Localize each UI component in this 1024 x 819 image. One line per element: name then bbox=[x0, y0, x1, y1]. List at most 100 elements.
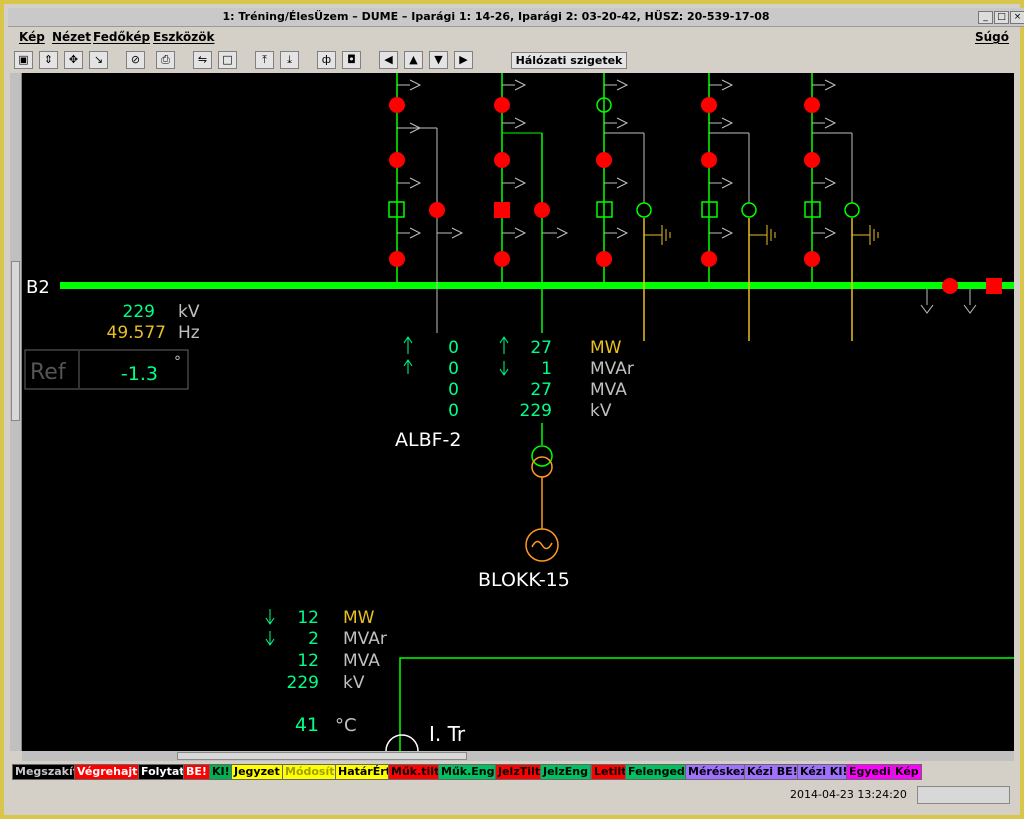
command-button-m-dos-t[interactable]: Módosít bbox=[282, 764, 338, 780]
breaker-closed[interactable] bbox=[389, 152, 405, 168]
bus-kv-value: 229 bbox=[123, 302, 155, 322]
command-button-jelzeng[interactable]: JelzEng bbox=[540, 764, 591, 780]
tr-name[interactable]: I. Tr bbox=[429, 722, 466, 746]
tr-unit-mva: MVA bbox=[343, 651, 380, 671]
title-bar: 1: Tréning/ÉlesÜzem – DUME – Iparági 1: … bbox=[8, 8, 1024, 27]
breaker-closed[interactable] bbox=[534, 202, 550, 218]
tr-winding-icon[interactable] bbox=[385, 734, 419, 751]
pan-icon[interactable]: ✥ bbox=[64, 51, 83, 69]
unit-kv: kV bbox=[590, 401, 612, 421]
minimize-button[interactable]: _ bbox=[978, 11, 993, 24]
menu-help[interactable]: Súgó bbox=[975, 30, 1009, 44]
print-icon[interactable]: ⎙ bbox=[156, 51, 175, 69]
command-button-hat-r-rt[interactable]: HatárÉrt bbox=[335, 764, 394, 780]
command-button-jelztilt[interactable]: JelzTilt bbox=[495, 764, 544, 780]
command-button-egyedi[interactable]: Egyedi bbox=[846, 764, 894, 780]
maximize-button[interactable]: □ bbox=[994, 11, 1009, 24]
breaker-closed[interactable] bbox=[804, 152, 820, 168]
status-input[interactable] bbox=[917, 786, 1010, 804]
transformer-icon[interactable] bbox=[531, 445, 553, 467]
tr-temp: 41 bbox=[295, 714, 319, 736]
breaker-open[interactable] bbox=[741, 202, 757, 218]
disconnector-closed[interactable] bbox=[494, 202, 510, 218]
breaker-closed[interactable] bbox=[429, 202, 445, 218]
arrow-right-icon[interactable]: ▶ bbox=[454, 51, 473, 69]
bus-hz-unit: Hz bbox=[178, 323, 200, 343]
arrow-up-icon[interactable]: ▲ bbox=[404, 51, 423, 69]
bottom-icon[interactable]: ⤓ bbox=[280, 51, 299, 69]
single-line-diagram: B2 229 kV 49.577 Hz Ref -1.3 ° 0 0 0 0 A… bbox=[24, 73, 1014, 751]
bus-hz-value: 49.577 bbox=[107, 323, 166, 343]
command-button-folytat[interactable]: Folytat bbox=[138, 764, 188, 780]
breaker-icon[interactable]: ф bbox=[317, 51, 336, 69]
direction-arrow-icon bbox=[265, 609, 275, 646]
command-button-letilt[interactable]: Letilt bbox=[591, 764, 630, 780]
breaker-closed[interactable] bbox=[494, 97, 510, 113]
command-button-k-p[interactable]: Kép bbox=[892, 764, 922, 780]
top-icon[interactable]: ⤒ bbox=[255, 51, 274, 69]
breaker-closed[interactable] bbox=[494, 251, 510, 267]
ref-unit: ° bbox=[174, 354, 181, 370]
command-button-m-r-skez[interactable]: Méréskez bbox=[685, 764, 750, 780]
breaker-closed[interactable] bbox=[701, 251, 717, 267]
switch-icon[interactable]: ◘ bbox=[342, 51, 361, 69]
network-islands-button[interactable]: Hálózati szigetek bbox=[511, 52, 627, 69]
blokk-mva: 27 bbox=[530, 380, 552, 400]
ref-value: -1.3 bbox=[121, 363, 158, 385]
arrow-down-icon[interactable]: ▼ bbox=[429, 51, 448, 69]
frame-icon[interactable]: ▣ bbox=[14, 51, 33, 69]
breaker-closed[interactable] bbox=[389, 97, 405, 113]
swap-icon[interactable]: ⇋ bbox=[193, 51, 212, 69]
horizontal-scrollbar[interactable] bbox=[22, 751, 1014, 761]
busbar[interactable] bbox=[60, 282, 1014, 289]
breaker-closed[interactable] bbox=[596, 152, 612, 168]
command-button-k-zi-ki-[interactable]: Kézi KI! bbox=[797, 764, 851, 780]
menu-eszkozok[interactable]: Eszközök bbox=[153, 30, 214, 44]
vertical-scroll-thumb[interactable] bbox=[11, 261, 20, 421]
window-icon[interactable]: □ bbox=[218, 51, 237, 69]
command-button-jegyzet[interactable]: Jegyzet bbox=[231, 764, 283, 780]
command-button-be-[interactable]: BE! bbox=[183, 764, 210, 780]
breaker-closed[interactable] bbox=[389, 251, 405, 267]
tr-kv: 229 bbox=[287, 673, 319, 693]
breaker-open[interactable] bbox=[636, 202, 652, 218]
breaker-closed[interactable] bbox=[804, 97, 820, 113]
breaker-open[interactable] bbox=[844, 202, 860, 218]
command-button-megszak-t[interactable]: Megszakít bbox=[12, 764, 81, 780]
breaker-closed[interactable] bbox=[596, 251, 612, 267]
breaker-closed[interactable] bbox=[701, 152, 717, 168]
tr-mw: 12 bbox=[297, 608, 319, 628]
updown-icon[interactable]: ⇕ bbox=[39, 51, 58, 69]
tr-unit-kv: kV bbox=[343, 673, 365, 693]
arrow-left-icon[interactable]: ◀ bbox=[379, 51, 398, 69]
menu-nezet[interactable]: Nézet bbox=[52, 30, 91, 44]
command-button-felenged[interactable]: Felenged bbox=[625, 764, 688, 780]
unit-mva: MVA bbox=[590, 380, 627, 400]
compass-icon[interactable]: ⊘ bbox=[126, 51, 145, 69]
schematic-canvas[interactable]: B2 229 kV 49.577 Hz Ref -1.3 ° 0 0 0 0 A… bbox=[22, 73, 1014, 751]
vertical-scrollbar[interactable] bbox=[10, 73, 22, 751]
blokk-kv: 229 bbox=[520, 401, 552, 421]
horizontal-scroll-thumb[interactable] bbox=[177, 752, 467, 760]
command-button-bar: Megszakít Végrehajt Folytat BE! KI! Jegyzet Mó… bbox=[12, 764, 1012, 782]
command-button-ki-[interactable]: KI! bbox=[209, 764, 233, 780]
blokk-name[interactable]: BLOKK-15 bbox=[478, 569, 570, 591]
menu-fedokep[interactable]: Fedőkép bbox=[93, 30, 150, 44]
bay-5 bbox=[804, 73, 879, 341]
albf-name[interactable]: ALBF-2 bbox=[395, 429, 462, 451]
command-button-m-k-eng[interactable]: Műk.Eng bbox=[438, 764, 498, 780]
breaker-closed[interactable] bbox=[942, 278, 958, 294]
command-button-m-k-tilt[interactable]: Műk.tilt bbox=[388, 764, 443, 780]
bus-label: B2 bbox=[26, 277, 50, 298]
diag-arrow-icon[interactable]: ↘ bbox=[89, 51, 108, 69]
command-button-v-grehajt[interactable]: Végrehajt bbox=[74, 764, 141, 780]
disconnector-closed[interactable] bbox=[986, 278, 1002, 294]
menu-kep[interactable]: Kép bbox=[19, 30, 45, 44]
breaker-closed[interactable] bbox=[804, 251, 820, 267]
command-button-k-zi-be-[interactable]: Kézi BE! bbox=[744, 764, 801, 780]
breaker-closed[interactable] bbox=[701, 97, 717, 113]
menu-bar: Kép Nézet Fedőkép Eszközök Súgó bbox=[12, 28, 1012, 46]
breaker-closed[interactable] bbox=[494, 152, 510, 168]
close-button[interactable]: × bbox=[1010, 11, 1024, 24]
blokk-mvar: 1 bbox=[541, 359, 552, 379]
